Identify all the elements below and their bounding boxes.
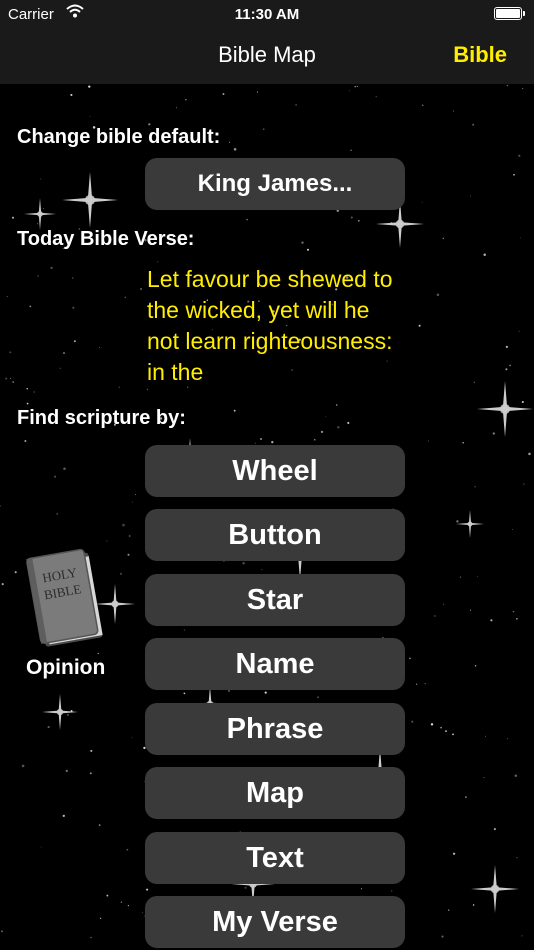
today-verse-label: Today Bible Verse: [17,228,195,250]
find-star-button[interactable]: Star [145,574,405,626]
find-by-label: Find scripture by: [17,407,186,429]
find-text-button[interactable]: Text [145,832,405,884]
find-my-verse-button[interactable]: My Verse [145,896,405,948]
find-phrase-button[interactable]: Phrase [145,703,405,755]
change-default-label: Change bible default: [17,126,221,148]
find-name-button[interactable]: Name [145,638,405,690]
battery-fill [496,9,520,18]
find-wheel-button[interactable]: Wheel [145,445,405,497]
clock-time: 11:30 AM [234,6,300,23]
bible-nav-button[interactable]: Bible [453,42,507,68]
today-verse-text: Let favour be shewed to the wicked, yet … [147,266,393,384]
bible-default-button[interactable]: King James... [145,158,405,210]
main-content: Change bible default: King James... Toda… [0,84,534,950]
status-bar: Carrier 11:30 AM [0,0,534,28]
find-map-button[interactable]: Map [145,767,405,819]
navigation-bar: Bible Map Bible [0,28,534,84]
opinion-label[interactable]: Opinion [26,656,105,680]
holy-bible-icon[interactable]: HOLY BIBLE [24,549,106,651]
find-button-button[interactable]: Button [145,509,405,561]
battery-icon [494,7,525,20]
